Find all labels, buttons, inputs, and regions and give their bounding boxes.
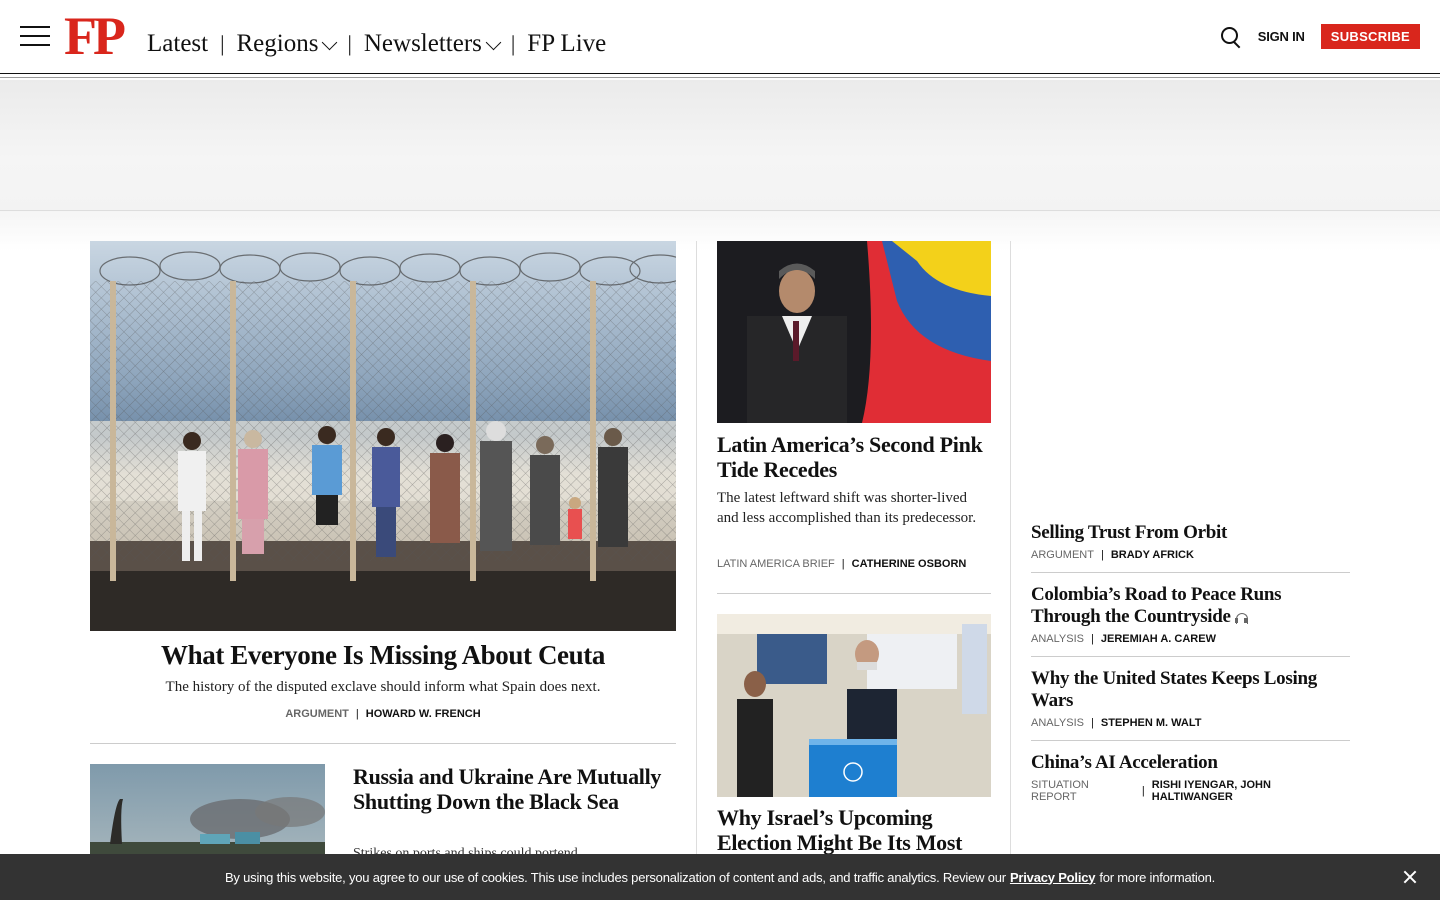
byline-divider: | — [1091, 717, 1094, 729]
story-kicker[interactable]: ARGUMENT — [285, 708, 349, 720]
story-kicker[interactable]: ARGUMENT — [1031, 549, 1094, 561]
ad-placeholder — [0, 80, 1440, 211]
nav-divider: | — [347, 31, 352, 56]
rail-title[interactable]: Selling Trust From Orbit — [1031, 522, 1350, 544]
story-author[interactable]: BRADY AFRICK — [1111, 549, 1194, 561]
story-author[interactable]: HOWARD W. FRENCH — [366, 708, 481, 720]
lead-story-image[interactable] — [90, 241, 676, 631]
rail-title[interactable]: Colombia’s Road to Peace Runs Through th… — [1031, 584, 1350, 628]
nav-label: Newsletters — [363, 30, 482, 57]
story-image-black-sea[interactable] — [90, 764, 325, 864]
rail-title[interactable]: China’s AI Acceleration — [1031, 752, 1350, 774]
black-sea-photo — [90, 764, 325, 864]
rail-byline: ARGUMENT | BRADY AFRICK — [1031, 549, 1350, 561]
petro-photo — [717, 241, 991, 423]
list-item[interactable]: Selling Trust From Orbit ARGUMENT | BRAD… — [1031, 522, 1350, 573]
search-icon[interactable] — [1220, 26, 1242, 48]
story-kicker[interactable]: ANALYSIS — [1031, 633, 1084, 645]
lead-story-byline: ARGUMENT | HOWARD W. FRENCH — [90, 708, 676, 720]
story-title-pink-tide[interactable]: Latin America’s Second Pink Tide Recedes — [717, 432, 991, 482]
rail-byline: ANALYSIS | JEREMIAH A. CAREW — [1031, 633, 1350, 645]
divider — [90, 743, 676, 744]
headphones-icon — [1234, 612, 1248, 625]
nav-label: Regions — [236, 30, 319, 57]
nav-fp-live[interactable]: FP Live — [527, 30, 606, 58]
ceuta-fence-photo — [90, 241, 676, 631]
nav-divider: | — [510, 31, 516, 56]
list-item[interactable]: Colombia’s Road to Peace Runs Through th… — [1031, 584, 1350, 657]
byline-divider: | — [1100, 549, 1104, 561]
story-byline-pink-tide: LATIN AMERICA BRIEF | CATHERINE OSBORN — [717, 558, 966, 570]
fp-logo[interactable]: FP — [64, 6, 126, 66]
story-author[interactable]: RISHI IYENGAR, JOHN HALTIWANGER — [1152, 779, 1350, 803]
byline-divider: | — [1141, 785, 1145, 797]
privacy-policy-link[interactable]: Privacy Policy — [1010, 870, 1096, 885]
nav-label: FP Live — [527, 30, 607, 57]
subscribe-button[interactable]: SUBSCRIBE — [1320, 24, 1420, 49]
main-nav: Latest | Regions | Newsletters | FP Live — [147, 30, 606, 58]
rail-byline: ANALYSIS | STEPHEN M. WALT — [1031, 717, 1350, 729]
header-actions: SIGN IN SUBSCRIBE — [1220, 24, 1420, 49]
chevron-down-icon — [485, 34, 502, 50]
netanyahu-ballot-photo — [717, 614, 991, 797]
chevron-down-icon — [322, 34, 338, 50]
menu-icon[interactable] — [20, 26, 52, 48]
lead-story-dek: The history of the disputed exclave shou… — [165, 679, 601, 695]
nav-divider: | — [220, 31, 225, 56]
cookie-banner: By using this website, you agree to our … — [0, 854, 1440, 900]
byline-divider: | — [841, 558, 845, 570]
byline-divider: | — [355, 708, 359, 720]
divider — [717, 593, 991, 594]
sign-in-link[interactable]: SIGN IN — [1258, 29, 1305, 44]
story-author[interactable]: JEREMIAH A. CAREW — [1101, 633, 1216, 645]
story-image-pink-tide[interactable] — [717, 241, 991, 423]
rail-byline: SITUATION REPORT | RISHI IYENGAR, JOHN H… — [1031, 779, 1350, 803]
nav-latest[interactable]: Latest — [147, 30, 208, 58]
story-title-israel-election[interactable]: Why Israel’s Upcoming Election Might Be … — [717, 805, 991, 855]
cookie-text: By using this website, you agree to our … — [224, 869, 1006, 885]
story-dek-pink-tide: The latest leftward shift was shorter-li… — [717, 490, 977, 526]
story-author[interactable]: CATHERINE OSBORN — [852, 558, 967, 570]
story-author[interactable]: STEPHEN M. WALT — [1101, 717, 1202, 729]
cookie-text-end: for more information. — [1099, 869, 1216, 885]
story-kicker[interactable]: ANALYSIS — [1031, 717, 1084, 729]
right-rail-list: Selling Trust From Orbit ARGUMENT | BRAD… — [1031, 522, 1350, 825]
rail-title[interactable]: Why the United States Keeps Losing Wars — [1031, 668, 1350, 712]
list-item[interactable]: Why the United States Keeps Losing Wars … — [1031, 668, 1350, 741]
story-image-israel-election[interactable] — [717, 614, 991, 797]
close-icon[interactable] — [1400, 867, 1420, 887]
nav-regions[interactable]: Regions — [236, 30, 338, 58]
byline-divider: | — [1091, 633, 1094, 645]
nav-label: Latest — [147, 30, 209, 57]
lead-story-title[interactable]: What Everyone Is Missing About Ceuta — [90, 640, 676, 671]
site-header: FP Latest | Regions | Newsletters | FP L… — [0, 0, 1440, 78]
story-kicker[interactable]: SITUATION REPORT — [1031, 779, 1135, 803]
column-divider — [1010, 241, 1011, 861]
column-divider — [696, 241, 697, 861]
list-item[interactable]: China’s AI Acceleration SITUATION REPORT… — [1031, 752, 1350, 814]
story-title-black-sea[interactable]: Russia and Ukraine Are Mutually Shutting… — [353, 764, 663, 814]
story-kicker[interactable]: LATIN AMERICA BRIEF — [717, 558, 835, 570]
nav-newsletters[interactable]: Newsletters — [363, 30, 502, 58]
